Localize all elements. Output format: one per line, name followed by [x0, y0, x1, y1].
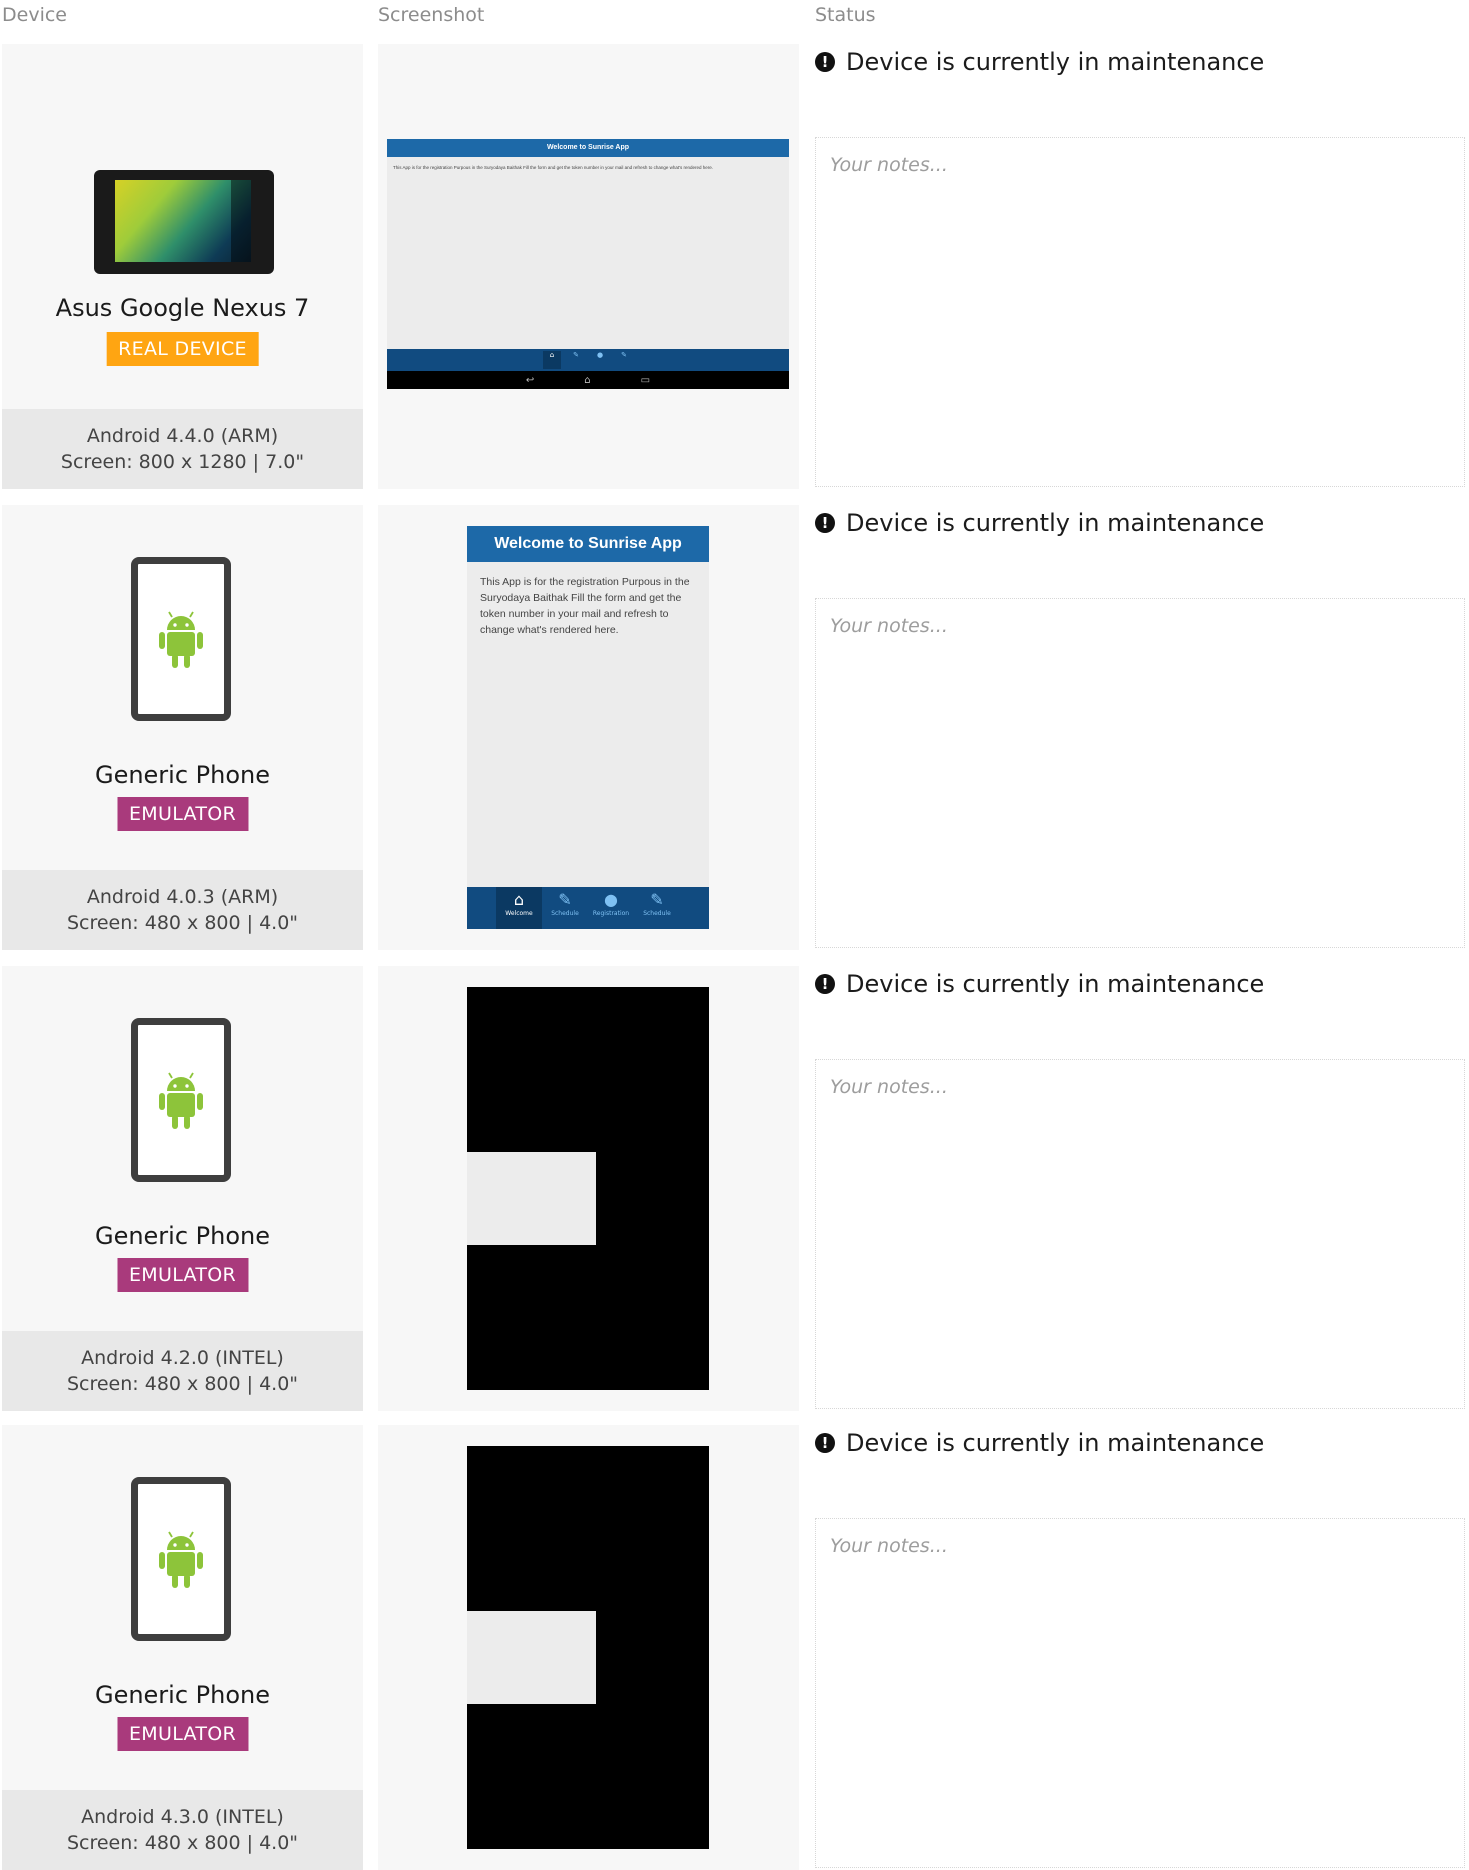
device-card[interactable]: Generic Phone EMULATOR Android 4.3.0 (IN…	[2, 1425, 363, 1870]
status-message: ! Device is currently in maintenance	[815, 970, 1264, 998]
tab-schedule: ✎ Schedule	[643, 890, 671, 917]
header-status: Status	[815, 4, 876, 26]
tablet-thumbnail	[94, 170, 274, 274]
exclamation-circle-icon: !	[815, 513, 835, 533]
header-device: Device	[2, 4, 67, 26]
device-specs: Android 4.2.0 (INTEL) Screen: 480 x 800 …	[2, 1331, 363, 1411]
device-specs: Android 4.3.0 (INTEL) Screen: 480 x 800 …	[2, 1790, 363, 1870]
app-title-bar: Welcome to Sunrise App	[387, 139, 789, 157]
device-name: Generic Phone	[94, 1681, 271, 1709]
device-specs: Android 4.0.3 (ARM) Screen: 480 x 800 | …	[2, 870, 363, 950]
screen-spec: Screen: 480 x 800 | 4.0"	[66, 1373, 299, 1395]
home-button-icon: ⌂	[584, 374, 591, 386]
device-card[interactable]: Asus Google Nexus 7 REAL DEVICE Android …	[2, 44, 363, 489]
app-screenshot-tablet: Welcome to Sunrise App This App is for t…	[387, 139, 789, 389]
phone-outline-icon	[131, 557, 231, 721]
exclamation-circle-icon: !	[815, 52, 835, 72]
android-icon	[159, 611, 203, 668]
header-screenshot: Screenshot	[378, 4, 485, 26]
app-title-bar: Welcome to Sunrise App	[467, 526, 709, 562]
os-version: Android 4.4.0 (ARM)	[86, 425, 279, 447]
device-card[interactable]: Generic Phone EMULATOR Android 4.0.3 (AR…	[2, 505, 363, 950]
device-specs: Android 4.4.0 (ARM) Screen: 800 x 1280 |…	[2, 409, 363, 489]
back-icon: ↩	[525, 374, 535, 386]
screenshot-card[interactable]: Welcome to Sunrise App This App is for t…	[378, 44, 799, 489]
app-screenshot-phone: Welcome to Sunrise App This App is for t…	[467, 526, 709, 929]
app-tab-bar: ⌂ ✎ ● ✎	[387, 349, 789, 371]
app-tab-bar: ⌂ Welcome ✎ Schedule ● Registration ✎ Schedu…	[467, 887, 709, 929]
tab-welcome: ⌂ Welcome	[496, 887, 542, 929]
phone-outline-icon	[131, 1477, 231, 1641]
emulator-badge: EMULATOR	[116, 1717, 249, 1751]
device-card[interactable]: Generic Phone EMULATOR Android 4.2.0 (IN…	[2, 966, 363, 1411]
notes-textarea[interactable]: Your notes...	[815, 598, 1465, 948]
status-text: Device is currently in maintenance	[846, 970, 1265, 998]
device-name: Asus Google Nexus 7	[55, 294, 310, 322]
screenshot-card[interactable]	[378, 1425, 799, 1870]
status-text: Device is currently in maintenance	[846, 509, 1265, 537]
blank-screenshot	[467, 987, 709, 1390]
notes-textarea[interactable]: Your notes...	[815, 137, 1465, 487]
status-message: ! Device is currently in maintenance	[815, 48, 1264, 76]
os-version: Android 4.3.0 (INTEL)	[81, 1806, 284, 1828]
home-icon: ⌂	[543, 351, 561, 369]
real-device-badge: REAL DEVICE	[106, 332, 259, 366]
notes-textarea[interactable]: Your notes...	[815, 1059, 1465, 1409]
android-icon	[159, 1072, 203, 1129]
screenshot-card[interactable]: Welcome to Sunrise App This App is for t…	[378, 505, 799, 950]
device-name: Generic Phone	[94, 1222, 271, 1250]
exclamation-circle-icon: !	[815, 1433, 835, 1453]
device-row: Asus Google Nexus 7 REAL DEVICE Android …	[0, 44, 1469, 489]
device-row: Generic Phone EMULATOR Android 4.0.3 (AR…	[0, 505, 1469, 950]
user-icon: ●	[596, 351, 604, 359]
os-version: Android 4.0.3 (ARM)	[86, 886, 279, 908]
blank-screenshot	[467, 1446, 709, 1849]
device-name: Generic Phone	[94, 761, 271, 789]
tab-schedule: ✎ Schedule	[551, 890, 579, 917]
status-message: ! Device is currently in maintenance	[815, 509, 1264, 537]
status-text: Device is currently in maintenance	[846, 1429, 1265, 1457]
device-row: Generic Phone EMULATOR Android 4.3.0 (IN…	[0, 1425, 1469, 1870]
system-nav-bar: ↩ ⌂ ▭	[387, 371, 789, 389]
status-text: Device is currently in maintenance	[846, 48, 1265, 76]
screen-spec: Screen: 480 x 800 | 4.0"	[66, 912, 299, 934]
status-message: ! Device is currently in maintenance	[815, 1429, 1264, 1457]
exclamation-circle-icon: !	[815, 974, 835, 994]
tab-registration: ● Registration	[592, 890, 630, 917]
screen-spec: Screen: 800 x 1280 | 7.0"	[60, 451, 305, 473]
device-row: Generic Phone EMULATOR Android 4.2.0 (IN…	[0, 966, 1469, 1411]
screen-spec: Screen: 480 x 800 | 4.0"	[66, 1832, 299, 1854]
edit-icon: ✎	[573, 351, 579, 359]
app-body-text: This App is for the registration Purpous…	[393, 165, 714, 170]
notes-textarea[interactable]: Your notes...	[815, 1518, 1465, 1868]
emulator-badge: EMULATOR	[116, 1258, 249, 1292]
screenshot-card[interactable]	[378, 966, 799, 1411]
edit-icon: ✎	[621, 351, 627, 359]
recents-icon: ▭	[640, 374, 651, 386]
emulator-badge: EMULATOR	[116, 797, 249, 831]
app-body-text: This App is for the registration Purpous…	[480, 576, 690, 636]
os-version: Android 4.2.0 (INTEL)	[81, 1347, 284, 1369]
android-icon	[159, 1531, 203, 1588]
phone-outline-icon	[131, 1018, 231, 1182]
